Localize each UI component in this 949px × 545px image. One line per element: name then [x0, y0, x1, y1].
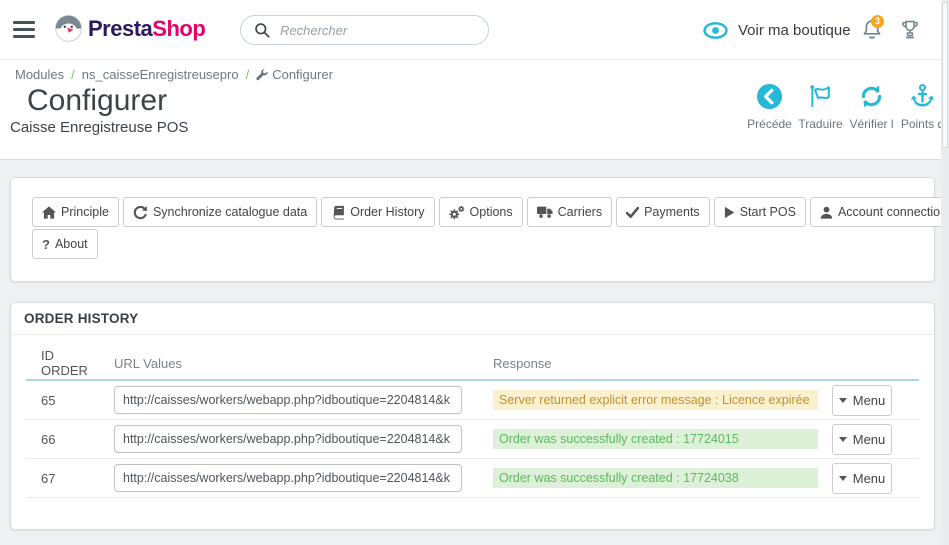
home-icon	[42, 206, 56, 219]
back-button[interactable]: Précéde	[744, 83, 795, 131]
gears-icon	[449, 205, 465, 220]
prestashop-admin-page: PrestaShop Voir ma boutique 3	[0, 0, 949, 545]
tab-carriers[interactable]: Carriers	[527, 197, 612, 227]
eye-icon	[703, 22, 728, 39]
breadcrumb: Modules / ns_caisseEnregistreusepro / Co…	[15, 67, 333, 82]
page-title: Configurer	[27, 84, 167, 118]
page-subtitle: Caisse Enregistreuse POS	[10, 119, 188, 136]
order-id: 65	[26, 393, 99, 408]
notifications-button[interactable]: 3	[861, 18, 887, 44]
user-icon	[820, 206, 833, 219]
tab-payments[interactable]: Payments	[616, 197, 710, 227]
chevron-down-icon	[839, 437, 847, 442]
url-input[interactable]	[114, 425, 462, 453]
achievements-button[interactable]	[900, 19, 922, 41]
table-row: 67 Order was successfully created : 1772…	[26, 459, 919, 498]
play-icon	[724, 206, 735, 219]
tabs-row-1: Principle Synchronize catalogue data Ord…	[32, 197, 926, 227]
order-history-title: ORDER HISTORY	[11, 303, 934, 335]
response-message: Order was successfully created : 1772403…	[493, 468, 818, 488]
table-row: 65 Server returned explicit error messag…	[26, 381, 919, 420]
response-message: Server returned explicit error message :…	[493, 390, 818, 410]
url-input[interactable]	[114, 386, 462, 414]
search-input[interactable]	[280, 23, 476, 38]
column-header-id: ID ORDER	[26, 348, 99, 378]
top-bar: PrestaShop Voir ma boutique 3	[0, 0, 949, 60]
tabs-row-2: ? About	[32, 229, 926, 259]
back-icon	[756, 83, 783, 110]
view-my-shop-link[interactable]: Voir ma boutique	[703, 0, 851, 60]
tab-options[interactable]: Options	[439, 197, 523, 227]
row-menu-button[interactable]: Menu	[832, 463, 892, 494]
prestashop-mascot-icon	[55, 15, 82, 42]
flag-icon	[807, 83, 834, 110]
prestashop-wordmark: PrestaShop	[88, 16, 205, 42]
breadcrumb-configure[interactable]: Configurer	[256, 67, 333, 82]
order-history-table: ID ORDER URL Values Response 65 Server r…	[26, 347, 919, 498]
breadcrumb-module-name[interactable]: ns_caisseEnregistreusepro	[82, 67, 239, 82]
order-id: 66	[26, 432, 99, 447]
question-icon: ?	[42, 237, 50, 252]
notification-badge: 3	[871, 15, 884, 28]
header-actions: Précéde Traduire Vérifier l	[744, 83, 948, 131]
tab-principle[interactable]: Principle	[32, 197, 119, 227]
trophy-icon	[900, 19, 920, 40]
column-header-url: URL Values	[99, 356, 487, 371]
search-icon[interactable]	[254, 22, 271, 39]
row-menu-button[interactable]: Menu	[832, 385, 892, 416]
order-id: 67	[26, 471, 99, 486]
search-bar	[240, 15, 489, 45]
vertical-scrollbar	[941, 0, 949, 545]
chevron-down-icon	[839, 398, 847, 403]
refresh-icon	[858, 83, 885, 110]
tab-start-pos[interactable]: Start POS	[714, 197, 806, 227]
tab-about[interactable]: ? About	[32, 229, 98, 259]
wrench-icon	[256, 69, 268, 81]
menu-toggle-icon[interactable]	[13, 21, 35, 38]
prestashop-logo[interactable]: PrestaShop	[55, 15, 205, 42]
tab-account-connection[interactable]: Account connection	[810, 197, 949, 227]
check-icon	[626, 207, 639, 218]
tab-order-history[interactable]: Order History	[321, 197, 434, 227]
breadcrumb-modules[interactable]: Modules	[15, 67, 64, 82]
table-row: 66 Order was successfully created : 1772…	[26, 420, 919, 459]
translate-button[interactable]: Traduire	[795, 83, 846, 131]
order-history-panel: ORDER HISTORY ID ORDER URL Values Respon…	[10, 302, 935, 530]
url-input[interactable]	[114, 464, 462, 492]
table-header-row: ID ORDER URL Values Response	[26, 347, 919, 381]
tab-synchronize-catalogue[interactable]: Synchronize catalogue data	[123, 197, 317, 227]
response-message: Order was successfully created : 1772401…	[493, 429, 818, 449]
module-tabs-panel: Principle Synchronize catalogue data Ord…	[10, 177, 935, 282]
view-my-shop-label: Voir ma boutique	[738, 22, 851, 39]
chevron-down-icon	[839, 476, 847, 481]
sync-icon	[133, 205, 148, 220]
check-updates-button[interactable]: Vérifier l	[846, 83, 897, 131]
breadcrumb-separator: /	[71, 67, 75, 82]
breadcrumb-separator: /	[246, 67, 250, 82]
book-icon	[331, 205, 345, 220]
truck-icon	[537, 205, 553, 219]
row-menu-button[interactable]: Menu	[832, 424, 892, 455]
column-header-response: Response	[487, 356, 832, 371]
scrollbar-thumb[interactable]	[942, 2, 948, 148]
anchor-icon	[909, 83, 936, 110]
